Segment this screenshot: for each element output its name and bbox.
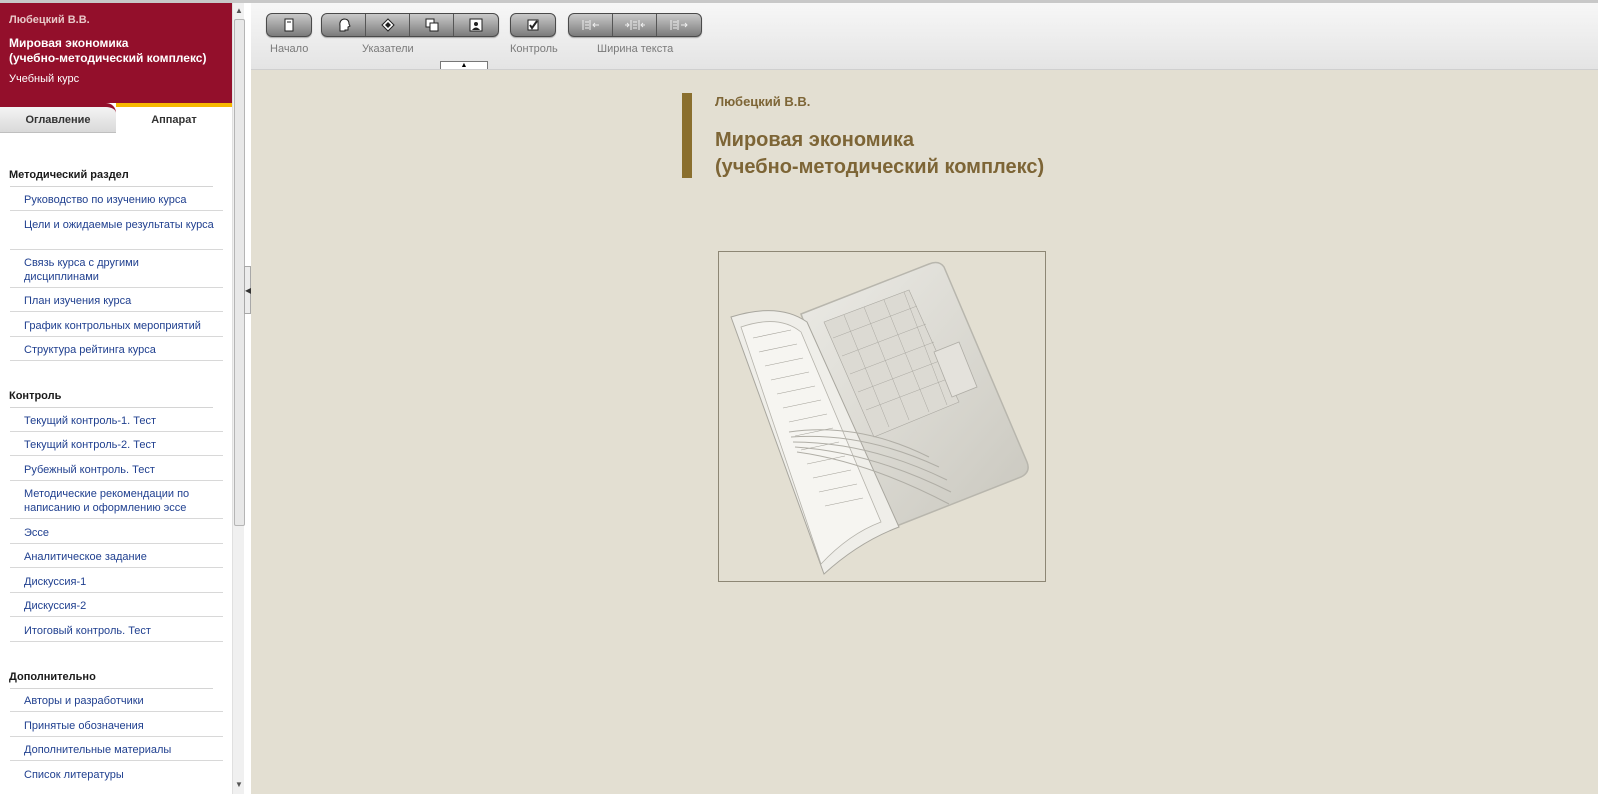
- section-heading: Контроль: [9, 390, 62, 402]
- main-content: Любецкий В.В. Мировая экономика (учебно-…: [251, 70, 1598, 794]
- section-heading: Дополнительно: [9, 671, 96, 683]
- wide-text-button[interactable]: [657, 14, 701, 36]
- page-author: Любецкий В.В.: [715, 94, 811, 109]
- control-label: Контроль: [510, 43, 558, 55]
- scroll-down-icon[interactable]: ▼: [234, 779, 244, 791]
- divider: [10, 249, 223, 250]
- sidebar-tabs: Оглавление Аппарат: [0, 103, 232, 133]
- narrow-text-icon: [582, 20, 599, 30]
- control-button[interactable]: [511, 14, 555, 36]
- page-title-line1: Мировая экономика: [715, 129, 915, 151]
- home-label: Начало: [270, 43, 309, 55]
- nav-item-notation[interactable]: Принятые обозначения: [24, 719, 214, 733]
- text-width-label: Ширина текста: [597, 43, 674, 55]
- course-title-line2: (учебно-методический комплекс): [9, 51, 207, 65]
- nav-item-test-2[interactable]: Текущий контроль-2. Тест: [24, 438, 214, 452]
- tab-contents[interactable]: Оглавление: [0, 103, 116, 133]
- sidebar: Любецкий В.В. Мировая экономика (учебно-…: [0, 3, 232, 794]
- nav-item-authors[interactable]: Авторы и разработчики: [24, 694, 214, 708]
- divider: [10, 616, 223, 617]
- windows-icon: [425, 18, 438, 32]
- portrait-icon: [469, 18, 483, 32]
- divider: [10, 431, 223, 432]
- nav-item-test-1[interactable]: Текущий контроль-1. Тест: [24, 414, 214, 428]
- page-title: Мировая экономика (учебно-методический к…: [715, 127, 1044, 181]
- nav-item-goals[interactable]: Цели и ожидаемые результаты курса: [24, 218, 214, 232]
- book-laptop-image: [730, 261, 1029, 575]
- nav-item-essay-guidelines[interactable]: Методические рекомендации по написанию и…: [24, 487, 214, 515]
- nav-item-discussion-2[interactable]: Дискуссия-2: [24, 599, 214, 613]
- divider: [10, 311, 223, 312]
- toolbar-collapse-icon[interactable]: ▲: [440, 61, 488, 69]
- checkbox-icon: [527, 19, 539, 31]
- section-heading: Методический раздел: [9, 169, 129, 181]
- persons-index-button[interactable]: [322, 14, 366, 36]
- control-button-group: [510, 13, 556, 37]
- nav-item-schedule[interactable]: График контрольных мероприятий: [24, 319, 214, 333]
- tab-apparatus[interactable]: Аппарат: [116, 103, 232, 133]
- divider: [10, 287, 223, 288]
- divider: [10, 455, 223, 456]
- divider: [10, 186, 213, 187]
- terms-index-button[interactable]: [366, 14, 410, 36]
- home-button-group: [266, 13, 312, 37]
- page-title-line2: (учебно-методический комплекс): [715, 156, 1045, 178]
- scroll-up-icon[interactable]: ▲: [234, 5, 244, 17]
- medium-text-icon: [624, 20, 645, 30]
- course-title: Мировая экономика (учебно-методический к…: [9, 36, 206, 66]
- collapse-sidebar-icon[interactable]: ◀: [244, 266, 251, 314]
- nav-item-bibliography[interactable]: Список литературы: [24, 768, 214, 782]
- nav-item-essay[interactable]: Эссе: [24, 526, 214, 540]
- divider: [10, 567, 223, 568]
- divider: [10, 480, 223, 481]
- course-author: Любецкий В.В.: [9, 14, 90, 26]
- divider: [10, 711, 223, 712]
- diamond-icon: [380, 18, 395, 32]
- nav-item-study-plan[interactable]: План изучения курса: [24, 294, 214, 308]
- medium-text-button[interactable]: [613, 14, 657, 36]
- pointers-button-group: [321, 13, 499, 37]
- wide-text-icon: [670, 20, 688, 30]
- divider: [10, 736, 223, 737]
- title-accent-bar: [682, 93, 692, 178]
- divider: [10, 641, 223, 642]
- windows-index-button[interactable]: [410, 14, 454, 36]
- divider: [10, 407, 213, 408]
- nav-item-analytic-task[interactable]: Аналитическое задание: [24, 550, 214, 564]
- divider: [10, 210, 223, 211]
- nav-item-extra-materials[interactable]: Дополнительные материалы: [24, 743, 214, 757]
- nav-item-discussion-1[interactable]: Дискуссия-1: [24, 575, 214, 589]
- head-icon: [338, 18, 351, 32]
- nav-item-rating-structure[interactable]: Структура рейтинга курса: [24, 343, 214, 357]
- course-header: Любецкий В.В. Мировая экономика (учебно-…: [0, 3, 232, 103]
- course-title-line1: Мировая экономика: [9, 36, 129, 50]
- divider: [10, 688, 213, 689]
- home-icon: [284, 18, 294, 32]
- nav-item-study-guide[interactable]: Руководство по изучению курса: [24, 193, 214, 207]
- portraits-index-button[interactable]: [454, 14, 498, 36]
- pointers-label: Указатели: [362, 43, 414, 55]
- divider: [10, 518, 223, 519]
- toolbar: Начало Указатели Контроль Ширина текста …: [251, 3, 1598, 70]
- sidebar-scrollbar[interactable]: ▲ ▼: [232, 3, 245, 794]
- home-button[interactable]: [267, 14, 311, 36]
- nav-item-final-test[interactable]: Итоговый контроль. Тест: [24, 624, 214, 638]
- text-width-button-group: [568, 13, 702, 37]
- divider: [10, 760, 223, 761]
- book-laptop-illustration: [718, 251, 1046, 582]
- divider: [10, 592, 223, 593]
- nav-item-relations[interactable]: Связь курса с другими дисциплинами: [24, 256, 214, 284]
- divider: [10, 360, 223, 361]
- course-subtitle: Учебный курс: [9, 73, 80, 85]
- divider: [10, 543, 223, 544]
- divider: [10, 336, 223, 337]
- nav-item-milestone-test[interactable]: Рубежный контроль. Тест: [24, 463, 214, 477]
- narrow-text-button[interactable]: [569, 14, 613, 36]
